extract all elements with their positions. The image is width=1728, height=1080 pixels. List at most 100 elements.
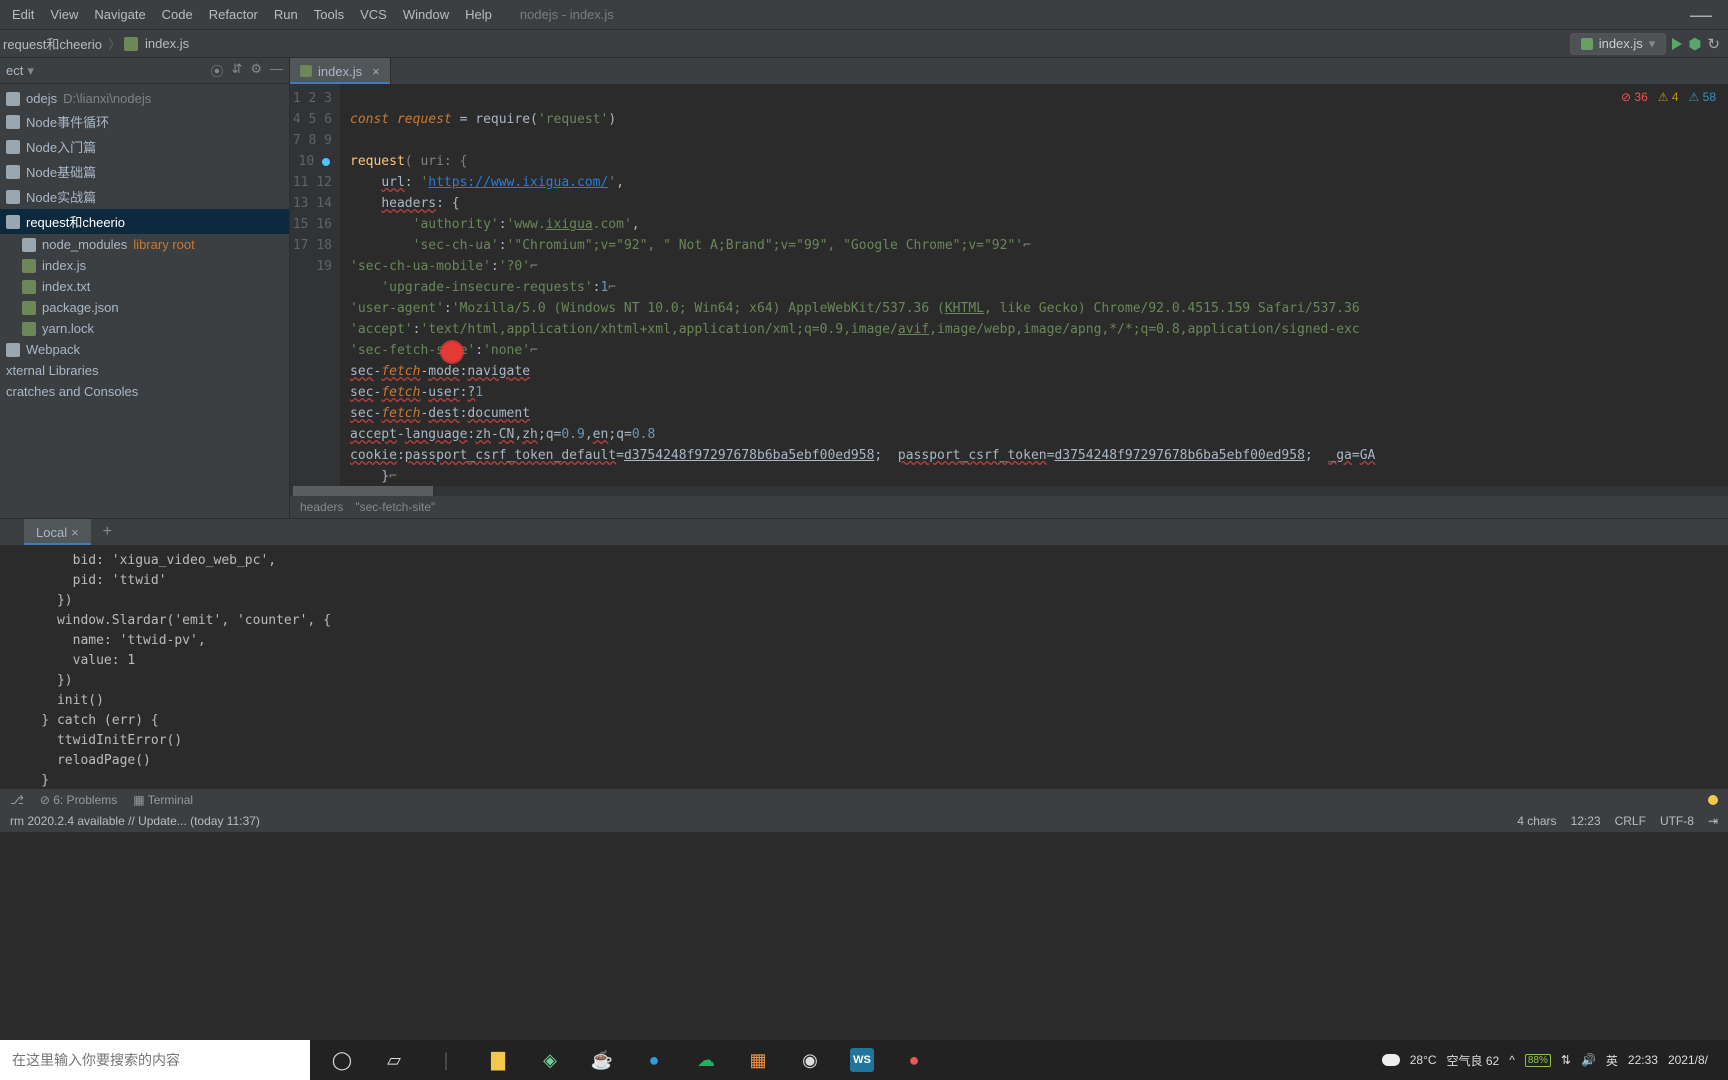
menu-navigate[interactable]: Navigate [86,3,153,26]
battery-icon[interactable]: 88% [1525,1054,1551,1067]
editor-tabs: index.js × [290,58,1728,84]
tree-item[interactable]: Node实战篇 [0,184,289,209]
clock-time[interactable]: 22:33 [1628,1053,1658,1067]
tree-item[interactable]: xternal Libraries [0,360,289,381]
menu-help[interactable]: Help [457,3,500,26]
node-icon [1581,38,1593,50]
search-input[interactable] [12,1052,298,1068]
structure-crumbs[interactable]: headers "sec-fetch-site" [290,496,1728,518]
chevron-down-icon: ▾ [1649,36,1656,52]
project-tree: odejs D:\lianxi\nodejs Node事件循环 Node入门篇 … [0,84,289,406]
tool-version-control[interactable]: ⎇ [10,793,24,807]
status-line-sep[interactable]: CRLF [1615,814,1646,828]
wechat-icon[interactable]: ☁ [694,1048,718,1072]
windows-search[interactable] [0,1040,310,1080]
tree-label: node_modules [42,237,127,252]
menu-tools[interactable]: Tools [306,3,352,26]
status-encoding[interactable]: UTF-8 [1660,814,1694,828]
app-icon[interactable]: ● [902,1048,926,1072]
menu-vcs[interactable]: VCS [352,3,395,26]
menu-edit[interactable]: Edit [4,3,42,26]
tool-terminal[interactable]: ▦ Terminal [133,793,193,807]
tree-item[interactable]: node_modules library root [0,234,289,255]
tree-label: request和cheerio [26,212,125,231]
tab-label: index.js [318,64,362,79]
breadcrumb-file[interactable]: index.js [142,36,192,51]
file-icon [22,280,36,294]
tree-item[interactable]: package.json [0,297,289,318]
tree-item[interactable]: cratches and Consoles [0,381,289,402]
sidebar-title[interactable]: ect [6,63,23,78]
webstorm-icon[interactable]: WS [850,1048,874,1072]
debug-button[interactable]: ⬢ [1688,35,1701,53]
horizontal-scrollbar[interactable] [290,486,1728,496]
nav-row: request和cheerio 〉 index.js index.js ▾ ⬢ … [0,30,1728,58]
network-icon[interactable]: ⇅ [1561,1053,1571,1067]
tree-item-selected[interactable]: request和cheerio [0,209,289,234]
breadcrumb-folder[interactable]: request和cheerio [0,34,105,53]
menu-window[interactable]: Window [395,3,457,26]
collapse-icon[interactable]: ⇵ [231,61,242,80]
menu-code[interactable]: Code [154,3,201,26]
app-icon[interactable]: ◈ [538,1048,562,1072]
tree-item[interactable]: Node事件循环 [0,109,289,134]
run-button[interactable] [1672,38,1682,50]
tool-problems[interactable]: ⊘ 6: Problems [40,793,117,807]
crumb[interactable]: headers [300,500,343,514]
terminal-output[interactable]: bid: 'xigua_video_web_pc', pid: 'ttwid' … [0,545,1728,797]
sidebar-header: ect ▾ ⦿ ⇵ ⚙ — [0,58,289,84]
menu-run[interactable]: Run [266,3,306,26]
status-indent[interactable]: ⇥ [1708,814,1718,828]
folder-icon [6,140,20,154]
app-icon[interactable]: ● [642,1048,666,1072]
tray-expand-icon[interactable]: ^ [1509,1053,1515,1067]
reload-button[interactable]: ↻ [1707,35,1720,53]
menu-view[interactable]: View [42,3,86,26]
air-quality[interactable]: 空气良 62 [1447,1052,1500,1069]
gear-icon[interactable]: ⚙ [250,61,262,80]
crumb[interactable]: "sec-fetch-site" [355,500,435,514]
tree-item[interactable]: Node入门篇 [0,134,289,159]
tree-label: Node入门篇 [26,137,96,156]
system-tray: 28°C 空气良 62 ^ 88% ⇅ 🔊 英 22:33 2021/8/ [1382,1052,1708,1069]
terminal-tab-local[interactable]: Local× [24,519,91,545]
target-icon[interactable]: ⦿ [210,61,223,80]
weather-icon[interactable] [1382,1054,1400,1066]
status-caret[interactable]: 12:23 [1571,814,1601,828]
minimize-button[interactable]: — [1678,2,1724,28]
tree-item[interactable]: Webpack [0,339,289,360]
terminal-tab-inactive[interactable] [0,519,24,545]
notification-icon[interactable] [1708,795,1718,805]
close-tab-icon[interactable]: × [71,525,79,540]
window-title: nodejs - index.js [520,7,614,22]
app-icon[interactable]: ☕ [590,1048,614,1072]
js-file-icon [22,259,36,273]
run-config-dropdown[interactable]: index.js ▾ [1570,33,1667,55]
app-icon[interactable]: ▦ [746,1048,770,1072]
volume-icon[interactable]: 🔊 [1581,1053,1596,1067]
chevron-down-icon[interactable]: ▾ [27,63,34,79]
editor-gutter[interactable]: 1 2 3 4 5 6 7 8 9 10 11 12 13 14 15 16 1… [290,84,340,486]
tree-item[interactable]: index.js [0,255,289,276]
tree-item[interactable]: Node基础篇 [0,159,289,184]
file-explorer-icon[interactable]: ▇ [486,1048,510,1072]
tree-item[interactable]: yarn.lock [0,318,289,339]
start-button[interactable]: ◯ [330,1048,354,1072]
menu-refactor[interactable]: Refactor [201,3,266,26]
hide-icon[interactable]: — [270,61,283,80]
weather-temp[interactable]: 28°C [1410,1053,1437,1067]
chrome-icon[interactable]: ◉ [798,1048,822,1072]
close-tab-icon[interactable]: × [372,64,380,79]
tree-root[interactable]: odejs D:\lianxi\nodejs [0,88,289,109]
terminal-add-tab[interactable]: + [91,519,124,545]
ime-indicator[interactable]: 英 [1606,1052,1618,1069]
code-area[interactable]: const request = require('request') reque… [340,84,1728,486]
clock-date[interactable]: 2021/8/ [1668,1053,1708,1067]
update-message[interactable]: rm 2020.2.4 available // Update... (toda… [10,814,260,828]
task-view-icon[interactable]: ▱ [382,1048,406,1072]
tree-label: Webpack [26,342,80,357]
tree-item[interactable]: index.txt [0,276,289,297]
editor-tab[interactable]: index.js × [290,58,391,84]
terminal-tabs: Local× + [0,519,1728,545]
breakpoint-icon[interactable] [322,158,330,166]
